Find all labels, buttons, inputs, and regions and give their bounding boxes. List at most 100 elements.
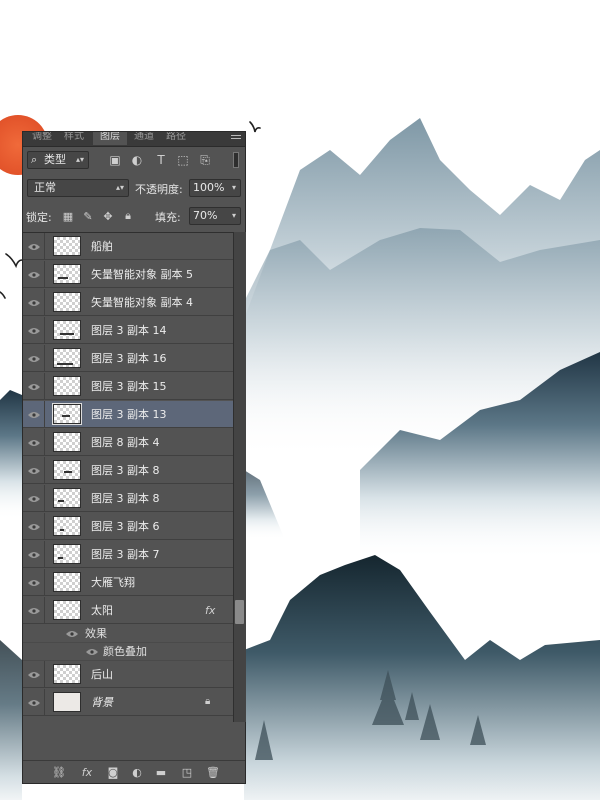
opacity-value: 100%	[193, 181, 225, 194]
layer-row[interactable]: 图层 3 副本 15	[23, 373, 233, 400]
layer-thumbnail	[53, 292, 81, 312]
fx-icon[interactable]: fx	[205, 597, 215, 624]
new-layer-icon[interactable]: ◳	[179, 765, 195, 779]
opacity-label: 不透明度:	[135, 183, 183, 196]
layer-row[interactable]: 图层 8 副本 4	[23, 429, 233, 456]
type-filter-icon[interactable]: T	[153, 152, 169, 168]
adjustment-layer-icon[interactable]: ◐	[129, 765, 145, 779]
lock-all-icon[interactable]: 🔒︎	[121, 209, 135, 223]
layer-row[interactable]: 图层 3 副本 14	[23, 317, 233, 344]
delete-layer-icon[interactable]: 🗑︎	[205, 765, 221, 779]
panel-menu-icon[interactable]	[231, 135, 241, 143]
eye-icon[interactable]	[23, 345, 45, 372]
layer-thumbnail	[53, 692, 81, 712]
eye-icon[interactable]	[23, 569, 45, 596]
layer-name: 图层 8 副本 4	[91, 436, 160, 449]
tab-layers[interactable]: 图层	[93, 132, 127, 145]
filter-kind-label: 类型	[44, 153, 66, 166]
scrollbar-thumb[interactable]	[235, 600, 244, 624]
tab-styles[interactable]: 样式	[59, 132, 89, 145]
layer-name: 背景	[91, 696, 113, 709]
add-mask-icon[interactable]: ◙	[105, 765, 121, 779]
layer-thumbnail	[53, 348, 81, 368]
image-filter-icon[interactable]: ▣	[107, 152, 123, 168]
panel-tab-bar: 调整 样式 图层 通道 路径	[23, 132, 245, 147]
layer-row[interactable]: 背景 🔒︎	[23, 689, 233, 716]
filter-kind-dropdown[interactable]: ⌕ 类型 ▴▾	[27, 151, 89, 169]
effect-color-overlay-row[interactable]: 颜色叠加	[23, 643, 233, 661]
tab-channels[interactable]: 通道	[129, 132, 159, 145]
layer-row[interactable]: 图层 3 副本 8	[23, 457, 233, 484]
eye-icon[interactable]	[23, 541, 45, 568]
blend-mode-dropdown[interactable]: 正常 ▴▾	[27, 179, 129, 197]
lock-row: 锁定: ▦ ✎ ✥ 🔒︎ 填充: 70% ▾	[23, 206, 245, 226]
layer-thumbnail	[53, 516, 81, 536]
blend-row: 正常 ▴▾ 不透明度: 100% ▾	[23, 178, 245, 198]
eye-icon[interactable]	[23, 513, 45, 540]
spinner-arrows-icon: ▴▾	[75, 155, 84, 164]
layer-row[interactable]: 大雁飞翔	[23, 569, 233, 596]
layer-row[interactable]: 图层 3 副本 7	[23, 541, 233, 568]
layer-thumbnail	[53, 572, 81, 592]
layer-row[interactable]: 图层 3 副本 16	[23, 345, 233, 372]
layer-row[interactable]: 矢量智能对象 副本 5	[23, 261, 233, 288]
shape-filter-icon[interactable]: ⬚	[175, 152, 191, 168]
layer-row[interactable]: 图层 3 副本 6	[23, 513, 233, 540]
eye-icon[interactable]	[23, 317, 45, 344]
eye-icon[interactable]	[81, 643, 103, 661]
layer-name: 船舶	[91, 240, 113, 253]
lock-icon: 🔒︎	[205, 696, 211, 707]
layer-name: 矢量智能对象 副本 5	[91, 268, 193, 281]
eye-icon[interactable]	[23, 689, 45, 716]
layer-name: 太阳	[91, 604, 113, 617]
link-layers-icon[interactable]: ⛓	[51, 765, 67, 779]
eye-icon[interactable]	[23, 401, 45, 428]
layer-name: 图层 3 副本 8	[91, 464, 160, 477]
layer-name: 大雁飞翔	[91, 576, 135, 589]
layers-panel: 调整 样式 图层 通道 路径 ⌕ 类型 ▴▾ ▣ ◐ T ⬚ ⎘ 正常 ▴▾ 不…	[22, 131, 246, 784]
layer-row[interactable]: 太阳 fx	[23, 597, 233, 624]
eye-icon[interactable]	[23, 485, 45, 512]
layer-row[interactable]: 后山	[23, 661, 233, 688]
filter-toggle-switch[interactable]	[233, 152, 239, 168]
eye-icon[interactable]	[23, 661, 45, 688]
search-icon: ⌕	[31, 153, 38, 166]
fill-label: 填充:	[155, 211, 181, 224]
tab-adjustments[interactable]: 调整	[27, 132, 57, 145]
layer-name: 后山	[91, 668, 113, 681]
new-group-icon[interactable]: ▬	[153, 765, 169, 779]
layer-thumbnail	[53, 460, 81, 480]
layer-name: 图层 3 副本 13	[91, 408, 167, 421]
lock-transparent-icon[interactable]: ▦	[61, 209, 75, 223]
layer-name: 图层 3 副本 6	[91, 520, 160, 533]
layer-name: 图层 3 副本 8	[91, 492, 160, 505]
layer-row[interactable]: 矢量智能对象 副本 4	[23, 289, 233, 316]
eye-icon[interactable]	[61, 625, 83, 643]
lock-move-icon[interactable]: ✥	[101, 209, 115, 223]
smart-object-filter-icon[interactable]: ⎘	[197, 152, 213, 168]
eye-icon[interactable]	[23, 457, 45, 484]
eye-icon[interactable]	[23, 233, 45, 260]
layer-row[interactable]: 图层 3 副本 13	[23, 401, 233, 428]
fx-icon[interactable]: fx	[79, 765, 95, 779]
layer-name: 图层 3 副本 15	[91, 380, 167, 393]
lock-label: 锁定:	[26, 211, 52, 224]
chevron-down-icon: ▾	[231, 183, 236, 192]
adjustment-filter-icon[interactable]: ◐	[129, 152, 145, 168]
tab-paths[interactable]: 路径	[161, 132, 191, 145]
opacity-field[interactable]: 100% ▾	[189, 179, 241, 197]
effects-row[interactable]: 效果	[23, 625, 233, 643]
layer-thumbnail	[53, 432, 81, 452]
layer-row[interactable]: 图层 3 副本 8	[23, 485, 233, 512]
eye-icon[interactable]	[23, 373, 45, 400]
eye-icon[interactable]	[23, 289, 45, 316]
eye-icon[interactable]	[23, 429, 45, 456]
layer-list-scrollbar[interactable]	[233, 232, 246, 722]
fill-field[interactable]: 70% ▾	[189, 207, 241, 225]
lock-paint-icon[interactable]: ✎	[81, 209, 95, 223]
layer-row[interactable]: 船舶	[23, 233, 233, 260]
layer-list: 船舶 矢量智能对象 副本 5 矢量智能对象 副本 4 图层 3 副本 14 图层 3 副…	[23, 232, 233, 723]
eye-icon[interactable]	[23, 597, 45, 624]
eye-icon[interactable]	[23, 261, 45, 288]
blend-mode-value: 正常	[34, 181, 56, 194]
